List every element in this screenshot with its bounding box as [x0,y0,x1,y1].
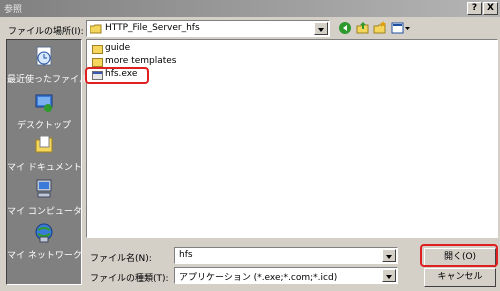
up-folder-icon[interactable] [356,21,370,35]
filetype-value: アプリケーション (*.exe;*.com;*.icd) [179,273,338,283]
my-network-icon [35,223,53,243]
recent-documents-icon [36,46,52,66]
filetype-select[interactable]: アプリケーション (*.exe;*.com;*.icd) [174,267,398,284]
filename-label: ファイル名(N): [90,254,152,264]
place-label: マイ ネットワーク [7,251,82,261]
file-name: guide [105,43,131,53]
place-my-network[interactable]: マイ ネットワーク [7,222,82,272]
highlight-box-file [85,67,149,84]
folder-icon [90,24,102,34]
places-bar: 最近使ったファイル デスクトップ マイ ドキュメント マイ コンピュータ マイ … [6,39,89,285]
place-my-computer[interactable]: マイ コンピュータ [7,178,82,228]
place-my-documents[interactable]: マイ ドキュメント [7,134,82,184]
folder-icon [92,45,103,54]
place-recent[interactable]: 最近使ったファイル [7,46,89,96]
back-icon[interactable] [338,21,352,35]
filetype-label: ファイルの種類(T): [90,274,169,284]
filename-value: hfs [179,250,193,260]
location-label: ファイルの場所(I): [8,27,84,37]
new-folder-icon[interactable] [373,21,387,35]
place-label: マイ ドキュメント [7,163,82,173]
desktop-icon [35,94,53,112]
filename-input[interactable]: hfs [174,247,398,264]
title-bar: 参照 ? X [0,0,500,17]
place-label: 最近使ったファイル [7,75,89,85]
highlight-box-open [420,244,498,267]
help-button[interactable]: ? [467,2,482,15]
close-button[interactable]: X [483,2,498,15]
place-label: デスクトップ [16,121,71,131]
cancel-button[interactable]: キャンセル [424,268,496,287]
my-computer-icon [36,179,52,198]
filetype-dropdown-arrow[interactable] [382,269,396,282]
view-menu-icon[interactable] [391,21,411,35]
location-combo[interactable]: HTTP_File_Server_hfs [86,20,330,37]
location-value: HTTP_File_Server_hfs [105,23,200,33]
file-name: more templates [105,56,177,66]
folder-icon [92,58,103,67]
filename-dropdown-arrow[interactable] [382,249,396,262]
place-label: マイ コンピュータ [7,207,82,217]
my-documents-icon [35,135,53,153]
window-title: 参照 [4,5,23,15]
location-dropdown-arrow[interactable] [314,22,328,35]
